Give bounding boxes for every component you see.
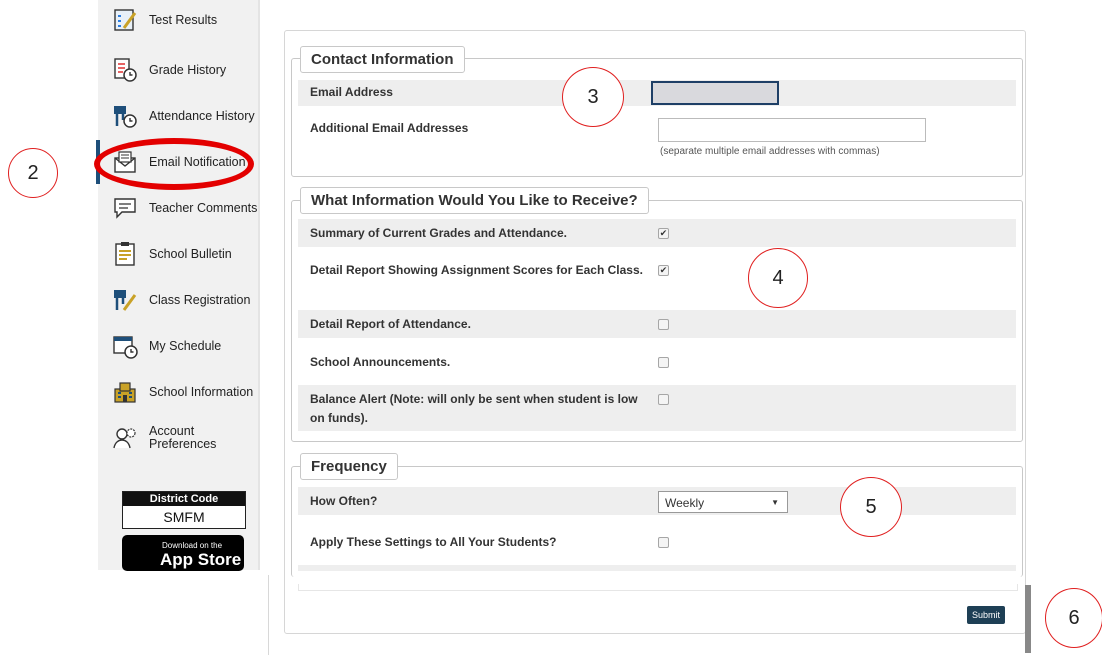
assignment-scores-checkbox[interactable]: ✔ (658, 265, 669, 276)
content-border (268, 575, 269, 655)
app-store-badge[interactable]: Download on the App Store (122, 535, 244, 571)
sidebar-item-label: Class Registration (149, 292, 251, 307)
option-label: Summary of Current Grades and Attendance… (310, 226, 567, 240)
option-row: Summary of Current Grades and Attendance… (298, 219, 1016, 247)
app-store-big-text: App Store (160, 550, 242, 569)
submit-button[interactable]: Submit (967, 606, 1005, 624)
contact-information-legend: Contact Information (300, 46, 465, 73)
annotation-3: 3 (562, 67, 624, 127)
grade-history-icon (110, 55, 140, 85)
class-registration-icon (110, 285, 140, 315)
sidebar-item-teacher-comments[interactable]: Teacher Comments (110, 190, 257, 226)
option-row: School Announcements. (298, 348, 1016, 376)
chevron-down-icon: ▼ (771, 498, 779, 507)
annotation-6: 6 (1045, 588, 1102, 648)
email-address-label: Email Address (310, 85, 393, 99)
account-preferences-icon (110, 423, 140, 453)
option-label: Detail Report Showing Assignment Scores … (310, 263, 643, 277)
annotation-5: 5 (840, 477, 902, 537)
comments-icon (110, 193, 140, 223)
frequency-legend: Frequency (300, 453, 398, 480)
frequency-section (291, 466, 1023, 577)
attendance-history-icon (110, 101, 140, 131)
option-label: School Announcements. (310, 355, 451, 369)
sidebar-item-label: School Bulletin (149, 246, 232, 261)
sidebar-item-label: Grade History (149, 62, 227, 77)
additional-email-label: Additional Email Addresses (310, 121, 469, 135)
sidebar-item-my-schedule[interactable]: My Schedule (110, 328, 221, 364)
sidebar-item-label: School Information (149, 384, 254, 399)
summary-grades-checkbox[interactable]: ✔ (658, 228, 669, 239)
district-code-heading: District Code (123, 492, 245, 506)
how-often-value: Weekly (665, 496, 705, 510)
highlight-oval (94, 138, 254, 190)
apply-all-label: Apply These Settings to All Your Student… (310, 535, 557, 549)
additional-email-hint: (separate multiple email addresses with … (660, 146, 880, 157)
apply-all-row: Apply These Settings to All Your Student… (298, 528, 1016, 556)
sidebar-item-attendance-history[interactable]: Attendance History (110, 98, 255, 134)
scrollbar-thumb[interactable] (1025, 585, 1031, 653)
balance-alert-checkbox[interactable] (658, 394, 669, 405)
form-bottom-edge (298, 584, 1018, 591)
email-address-input[interactable] (651, 81, 779, 105)
sidebar-item-grade-history[interactable]: Grade History (110, 52, 226, 88)
test-results-icon (110, 5, 140, 35)
additional-email-input[interactable] (658, 118, 926, 142)
option-row: Detail Report Showing Assignment Scores … (298, 256, 1016, 302)
option-label: Detail Report of Attendance. (310, 317, 471, 331)
annotation-4: 4 (748, 248, 808, 308)
app-store-small-text: Download on the (162, 541, 223, 550)
option-label: Balance Alert (Note: will only be sent w… (310, 392, 638, 425)
option-row: Balance Alert (Note: will only be sent w… (298, 385, 1016, 431)
information-legend: What Information Would You Like to Recei… (300, 187, 649, 214)
sidebar-item-label: My Schedule (149, 338, 222, 353)
attendance-report-checkbox[interactable] (658, 319, 669, 330)
sidebar-item-label: Account Preferences (149, 424, 217, 451)
sidebar-item-label: Teacher Comments (149, 200, 258, 215)
how-often-label: How Often? (310, 494, 378, 508)
sidebar-item-test-results[interactable]: Test Results (110, 5, 217, 35)
district-code-value: SMFM (163, 509, 205, 525)
sidebar-item-account-preferences[interactable]: Account Preferences (110, 420, 259, 456)
option-row: Detail Report of Attendance. (298, 310, 1016, 338)
sidebar-item-label: Test Results (149, 12, 218, 27)
frequency-row-partial (298, 565, 1016, 571)
apply-all-checkbox[interactable] (658, 537, 669, 548)
sidebar-item-school-bulletin[interactable]: School Bulletin (110, 236, 232, 272)
school-announcements-checkbox[interactable] (658, 357, 669, 368)
sidebar-item-class-registration[interactable]: Class Registration (110, 282, 250, 318)
how-often-select[interactable]: Weekly ▼ (658, 491, 788, 513)
sidebar-item-label: Attendance History (149, 108, 255, 123)
schedule-icon (110, 331, 140, 361)
sidebar-item-school-information[interactable]: School Information (110, 374, 253, 410)
school-icon (110, 377, 140, 407)
district-code-box: District Code SMFM (122, 491, 246, 529)
bulletin-icon (110, 239, 140, 269)
how-often-row: How Often? (298, 487, 1016, 515)
annotation-2: 2 (8, 148, 58, 198)
